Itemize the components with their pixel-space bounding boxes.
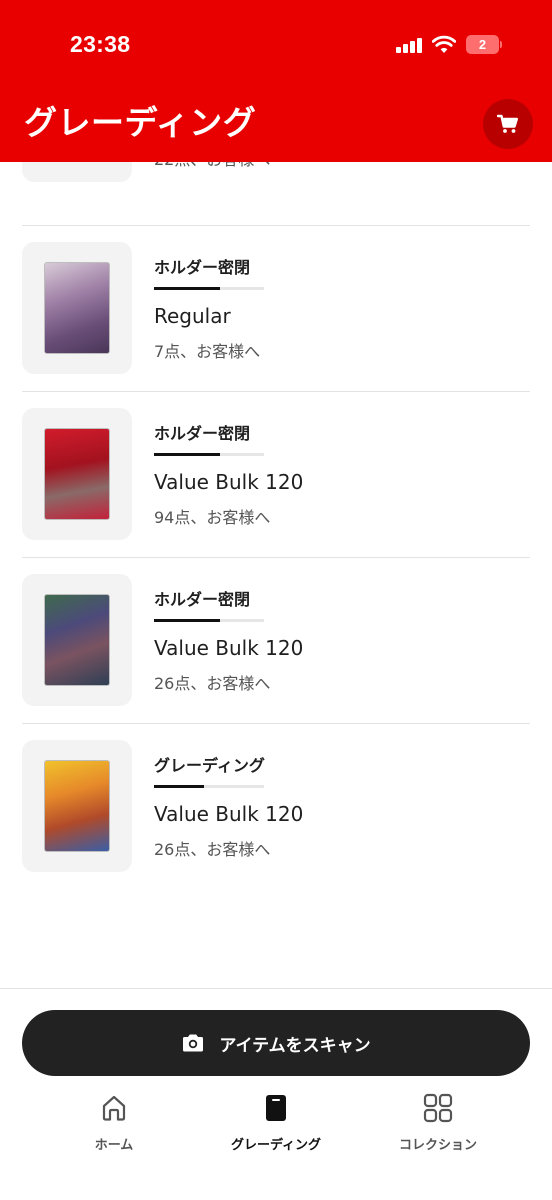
progress-bar bbox=[154, 785, 264, 788]
item-tier: Value Bulk 120 bbox=[154, 802, 304, 826]
progress-bar bbox=[154, 619, 264, 622]
list-item[interactable]: 22点、お客様へ bbox=[22, 162, 530, 216]
list-item[interactable]: ホルダー密閉 Value Bulk 120 94点、お客様へ bbox=[22, 408, 530, 574]
item-status: 22点、お客様へ bbox=[154, 162, 270, 170]
cart-button[interactable] bbox=[483, 99, 533, 149]
card-thumbnail bbox=[22, 408, 132, 540]
item-type: グレーディング bbox=[154, 756, 265, 775]
list-item[interactable]: ホルダー密閉 Regular 7点、お客様へ bbox=[22, 242, 530, 408]
item-type: ホルダー密閉 bbox=[154, 258, 251, 277]
tab-label: ホーム bbox=[94, 1138, 134, 1153]
progress-bar bbox=[154, 453, 264, 456]
item-tier: Value Bulk 120 bbox=[154, 470, 304, 494]
camera-icon bbox=[183, 1034, 204, 1052]
tab-label: コレクション bbox=[398, 1138, 477, 1153]
card-thumbnail bbox=[22, 162, 132, 182]
status-time: 23:38 bbox=[70, 31, 131, 57]
item-status: 94点、お客様へ bbox=[154, 508, 271, 527]
divider bbox=[22, 723, 530, 724]
tab-home[interactable]: ホーム bbox=[39, 1090, 189, 1154]
status-bar: 23:38 2 bbox=[0, 0, 552, 90]
item-tier: Value Bulk 120 bbox=[154, 636, 304, 660]
wifi-icon bbox=[432, 35, 456, 53]
item-type: ホルダー密閉 bbox=[154, 590, 251, 609]
item-status: 26点、お客様へ bbox=[154, 674, 271, 693]
home-icon bbox=[102, 1095, 126, 1121]
signal-icon bbox=[396, 37, 424, 53]
card-thumbnail bbox=[22, 574, 132, 706]
grading-list[interactable]: 22点、お客様へ ホルダー密閉 Regular 7点、お客様へ ホルダー密閉 V… bbox=[0, 162, 552, 988]
card-thumbnail bbox=[22, 740, 132, 872]
divider bbox=[22, 391, 530, 392]
scan-item-button[interactable]: アイテムをスキャン bbox=[22, 1010, 530, 1076]
page-title: グレーディング bbox=[24, 103, 257, 142]
progress-bar bbox=[154, 287, 264, 290]
app-header: 23:38 2 グレーディング bbox=[0, 0, 552, 162]
divider bbox=[22, 225, 530, 226]
battery-icon: 2 bbox=[466, 35, 502, 54]
grid-icon bbox=[423, 1093, 453, 1123]
list-item[interactable]: ホルダー密閉 Value Bulk 120 26点、お客様へ bbox=[22, 574, 530, 740]
divider bbox=[22, 557, 530, 558]
card-thumbnail bbox=[22, 242, 132, 374]
item-status: 26点、お客様へ bbox=[154, 840, 271, 859]
item-status: 7点、お客様へ bbox=[154, 342, 261, 361]
battery-level: 2 bbox=[466, 35, 499, 54]
item-type: ホルダー密閉 bbox=[154, 424, 251, 443]
tab-label: グレーディング bbox=[230, 1138, 322, 1153]
tab-collection[interactable]: コレクション bbox=[363, 1090, 513, 1154]
item-tier: Regular bbox=[154, 304, 231, 328]
cart-icon bbox=[497, 114, 518, 133]
scan-button-label: アイテムをスキャン bbox=[219, 1035, 371, 1056]
bottom-divider bbox=[0, 988, 552, 989]
tab-bar: ホーム グレーディング コレクション bbox=[0, 1090, 552, 1160]
tab-grading[interactable]: グレーディング bbox=[201, 1090, 351, 1154]
card-icon bbox=[266, 1095, 286, 1121]
list-item[interactable]: グレーディング Value Bulk 120 26点、お客様へ bbox=[22, 740, 530, 906]
